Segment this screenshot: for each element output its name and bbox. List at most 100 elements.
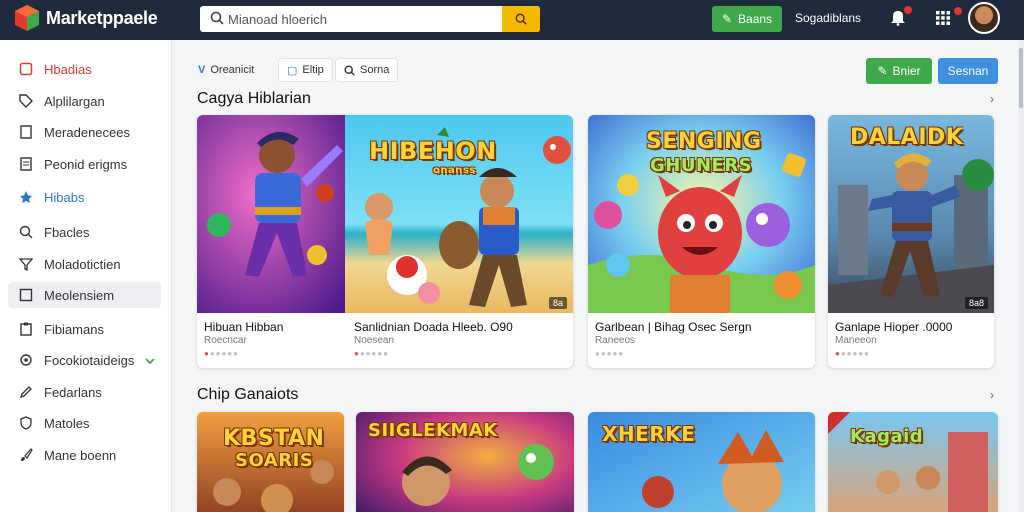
search-input[interactable] [228,6,498,32]
sidebar-item[interactable]: Hbadias [8,56,161,82]
sidebar-item[interactable]: Matoles [8,410,161,436]
top-action-button[interactable]: ✎ Baans [712,6,782,32]
game-subtitle: Roecncar [204,335,247,346]
game-art-subtitle: onanss [433,165,476,176]
game-title: Sanlidnian Doada Hleeb. O90 [354,320,513,334]
search-icon [515,13,527,25]
scrollbar[interactable] [1018,40,1024,512]
game-card[interactable]: HIBEHON onanss 8a Hibuan Hibban Sanlidni… [197,115,573,368]
green-action-label: Bnier [892,64,921,78]
game-art-title: HIBEHON [369,137,497,165]
search-bar [200,6,540,32]
game-art-image: KBSTAN SOARIS [197,412,344,512]
settings-icon [18,353,34,367]
game-title: Hibuan Hibban [204,320,284,334]
game-card[interactable]: XHERKE [588,412,815,512]
sidebar-item-label: Hibabs [44,189,85,205]
game-art-title: SENGING [646,129,762,154]
game-subtitle: Maneeon [835,335,877,346]
search-button[interactable] [502,6,540,32]
sidebar-item[interactable]: Hibabs [8,184,161,210]
apps-grid-icon[interactable] [936,11,950,25]
pencil-icon [18,385,34,399]
section-title: Cagya Hiblarian [197,90,311,107]
sidebar-item[interactable]: Mane boenn [8,442,161,468]
game-art-title: XHERKE [602,422,696,446]
sidebar-item[interactable]: Fibiamans [8,316,161,342]
game-art-title: Kagaid [850,426,924,447]
v-icon: V [198,64,206,76]
filter-label: Sorna [360,64,390,76]
filter-label: Eltip [302,64,324,76]
game-subtitle: Raneeos [595,335,636,346]
sidebar-item-label: Peonid erigms [44,156,128,172]
sidebar: Hbadias Alplilargan Meradenecees Peonid eri… [0,40,172,512]
game-card[interactable]: Kagaid [828,412,998,512]
search-icon [210,11,224,25]
logo-icon[interactable] [14,4,40,32]
game-art-image: XHERKE [588,412,815,512]
filter-chip-oreanicit[interactable]: V Oreanicit [190,58,262,82]
green-action-button[interactable]: ✎ Bnier [866,58,932,84]
avatar[interactable] [968,2,1000,34]
game-badge: 8a8 [964,297,988,309]
sidebar-item-label: Fedarlans [44,384,102,400]
grid-icon [18,288,34,302]
tag-icon [18,94,34,108]
rating-dots: ●●●●●● [835,349,871,358]
sidebar-item[interactable]: Moladotictien [8,251,161,277]
funnel-icon [18,257,34,271]
sidebar-item[interactable]: Meolensiem [8,282,161,308]
username[interactable]: Sogadiblans [795,11,861,25]
sidebar-item-label: Matoles [44,415,90,431]
tool-icon: ✎ [877,64,888,78]
game-art-image: SIIGLEKMAK [356,412,574,512]
tool-icon: ✎ [721,12,733,26]
game-art-title: SIIGLEKMAK [368,420,498,441]
game-card[interactable]: SIIGLEKMAK [356,412,574,512]
sidebar-item[interactable]: Alplilargan [8,88,161,114]
game-title: Garlbean | Bihag Osec Sergn [595,320,752,334]
sidebar-item[interactable]: Fedarlans [8,379,161,405]
game-card[interactable]: DALAIDK 8a8 Ganlape Hioper .0000 Maneeon… [828,115,994,368]
chevron-right-icon[interactable]: › [990,388,994,402]
sidebar-item-label: Fbacles [44,224,90,240]
filter-chip-eltip[interactable]: ▢ Eltip [278,58,333,82]
scrollbar-thumb[interactable] [1019,48,1023,108]
search-icon [344,64,355,76]
document-icon [18,125,34,139]
brand-name[interactable]: Marketppaele [46,8,158,29]
game-badge: 8a [548,297,567,309]
rating-dots: ●●●●●● [204,349,240,358]
game-card[interactable]: SENGING GHUNERS Garlbean | Bihag Osec Se… [588,115,815,368]
game-art-subtitle: GHUNERS [650,155,753,176]
sidebar-item[interactable]: Peonid erigms [8,151,161,177]
top-action-label: Baans [738,12,773,26]
game-art-title: DALAIDK [850,125,964,150]
sidebar-item[interactable]: Meradenecees [8,119,161,145]
shield-icon [18,416,34,430]
sidebar-item-label: Meradenecees [44,124,130,140]
clipboard-icon [18,322,34,336]
chevron-right-icon[interactable]: › [990,92,994,106]
rating-dots: ●●●●● [595,349,625,358]
filter-label: Oreanicit [210,64,255,76]
chevron-down-icon[interactable] [145,353,155,368]
clipboard-icon: ▢ [287,64,298,77]
apps-badge [954,7,962,15]
rating-dots: ●●●●●● [354,349,390,358]
game-art-subtitle: SOARIS [235,450,314,471]
section-title: Chip Ganaiots [197,386,299,403]
game-art-title: KBSTAN [223,426,325,451]
star-icon [18,190,34,204]
sidebar-item-label: Hbadias [44,61,92,77]
filter-chip-sorna[interactable]: Sorna [335,58,399,82]
game-title: Ganlape Hioper .0000 [835,320,953,334]
sidebar-item[interactable]: Fbacles [8,219,161,245]
blue-action-button[interactable]: Sesnan [938,58,998,84]
game-art-image: Kagaid [828,412,998,512]
sidebar-item-label: Mane boenn [44,447,117,463]
brush-icon [18,448,34,462]
sidebar-item[interactable]: Focokiotaideigs [8,347,161,373]
game-card[interactable]: KBSTAN SOARIS [197,412,344,512]
